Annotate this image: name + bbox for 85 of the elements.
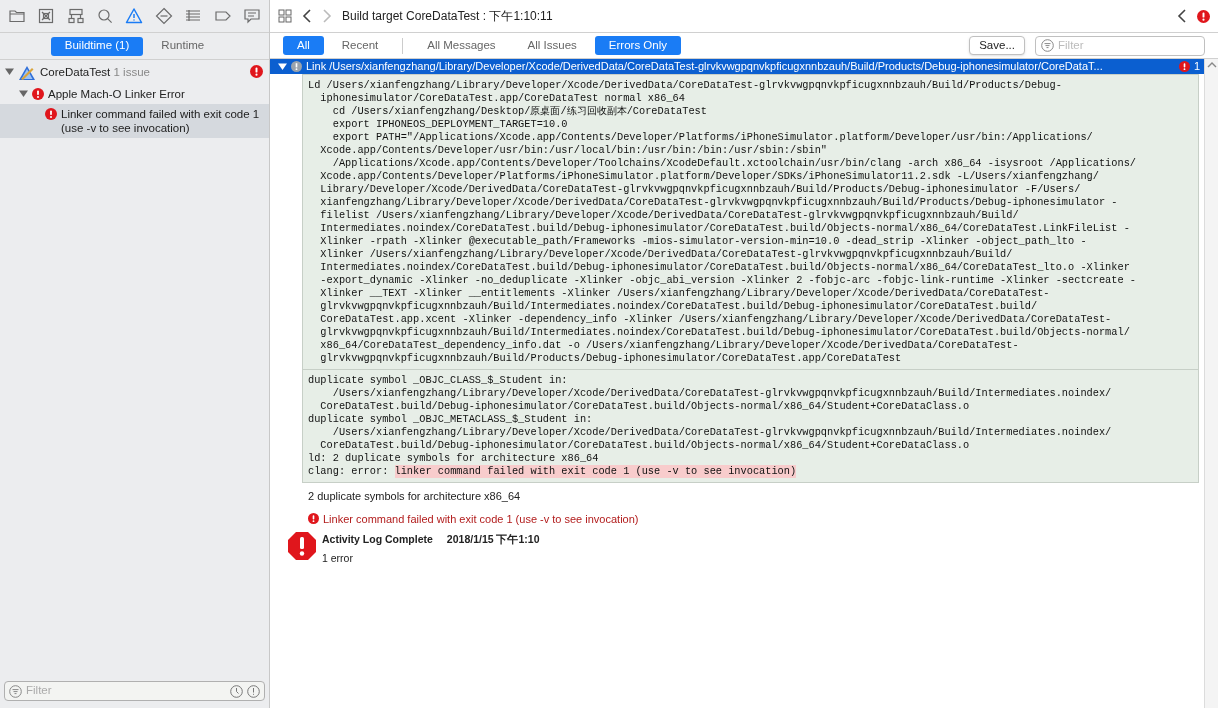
clock-icon[interactable] [230,684,243,698]
chat-bubble-icon[interactable] [243,7,262,25]
error-icon [308,513,319,525]
error-highlight: linker command failed with exit code 1 (use -v to see invocation) [394,465,797,478]
completion-result: 1 error [322,550,354,566]
scroll-up-icon[interactable] [1206,61,1217,69]
command-line: Intermediates.noindex/CoreDataTest.build/Debug-iphonesimulator/CoreDataTest.build/Objects-normal/x86_64/CoreDataTest.LinkFileList - [319,222,1130,235]
back-chevron-icon[interactable] [302,9,312,23]
error-message: Linker command failed with exit code 1 (use -v to see invocation) [323,511,639,527]
search-icon[interactable] [96,7,115,25]
output-line: duplicate symbol _OBJC_CLASS_$_Student in: [308,374,568,387]
error-icon [32,88,44,100]
output-line: CoreDataTest.build/Debug-iphonesimulator/CoreDataTest.build/Objects-normal/x86_64/Student+CoreDataClass.o [319,439,970,452]
issue-label: Linker command failed with exit code 1 (use -v to see invocation) [61,107,261,135]
command-line: Library/Developer/Xcode/DerivedData/CoreDataTest-glrvkvwgpqnvkpficugxnnbzauh/Build/Products/Debug-iphonesimulator -F/Users/ [319,183,1081,196]
filter-input[interactable]: Filter [26,682,226,700]
command-line: xianfengzhang/Library/Developer/Xcode/DerivedData/CoreDataTest-glrvkvwgpqnvkpficugxnnbzauh/Build/Products/Debug-iphonesimulator - [319,196,1118,209]
filter-tab[interactable]: Errors Only [594,36,681,55]
grid-icon[interactable] [278,9,292,23]
command-line: export PATH="/Applications/Xcode.app/Contents/Developer/Platforms/iPhoneSimulator.platform/Developer/usr/bin:/Applications/ [331,131,1093,144]
issue-row[interactable]: Linker command failed with exit code 1 (use -v to see invocation) [0,104,269,138]
diamond-icon[interactable] [154,7,173,25]
command-line: Xlinker __TEXT -Xlinker __entitlements -Xlinker /Users/xianfengzhang/Library/Developer/Xcode/DerivedData/CoreDataTest- [319,287,1050,300]
filter-tab[interactable]: All [283,36,324,55]
issue-row[interactable]: CoreDataTest 1 issue [0,62,269,84]
command-line: Ld /Users/xianfengzhang/Library/Developer/Xcode/DerivedData/CoreDataTest-glrvkvwgpqnvkpficugxnnbzauh/Build/Products/Debug- [308,79,1062,92]
command-line: Xcode.app/Contents/Developer/usr/bin:/usr/local/bin:/usr/bin:/bin:/usr/sbin:/sbin" [319,144,828,157]
command-line: x86_64/CoreDataTest_dependency_info.dat -o /Users/xianfengzhang/Library/Developer/Xcode/DerivedData/CoreDataTest- [319,339,1019,352]
filter-tab[interactable]: All Messages [413,36,510,55]
command-line: export IPHONEOS_DEPLOYMENT_TARGET=10.0 [331,118,568,131]
command-line: glrvkvwgpqnvkpficugxnnbzauh/Build/Intermediates.noindex/CoreDataTest.build/Debug-iphonesimulator/CoreDataTest.build/Objects-normal/ [319,326,1130,339]
error-icon [45,108,57,120]
issue-row[interactable]: Apple Mach-O Linker Error [0,84,269,104]
command-line: CoreDataTest.app.xcent -Xlinker -dependency_info -Xlinker /Users/xianfengzhang/Library/Developer/Xcode/DerivedData/CoreDataTest- [319,313,1112,326]
folder-icon[interactable] [7,7,26,25]
filter-icon [9,684,22,698]
disclosure-triangle-icon[interactable] [278,62,287,71]
completion-title: Activity Log Complete [322,532,433,547]
command-line: cd /Users/xianfengzhang/Desktop/原桌面/练习回收副本/CoreDataTest [331,105,707,118]
stop-error-icon [287,531,317,561]
disclosure-triangle-icon[interactable] [19,89,28,98]
command-line: -export_dynamic -Xlinker -no_deduplicate -Xlinker -objc_abi_version -Xlinker 2 -fobjc-arc -fobjc-link-runtime -Xlinker -sectcreate - [319,274,1136,287]
filter-tab[interactable]: Recent [327,36,393,55]
hierarchy-icon[interactable] [66,7,85,25]
build-title: Build target CoreDataTest : 下午1:10:11 [342,8,554,25]
square-x-icon[interactable] [37,7,56,25]
command-line: iphonesimulator/CoreDataTest.app/CoreDataTest normal x86_64 [319,92,685,105]
command-line: glrvkvwgpqnvkpficugxnnbzauh/Build/Intermediates.noindex/CoreDataTest.build/Debug-iphonesimulator/CoreDataTest.build/ [319,300,1038,313]
output-line: /Users/xianfengzhang/Library/Developer/Xcode/DerivedData/CoreDataTest-glrvkvwgpqnvkpficugxnnbzauh/Build/Intermediates.noindex/ [331,426,1112,439]
error-count: 1 [1193,59,1200,75]
filter-input[interactable]: Filter [1058,36,1199,55]
log-summary: 2 duplicate symbols for architecture x86_64 [308,489,522,504]
command-line: glrvkvwgpqnvkpficugxnnbzauh/Build/Products/Debug-iphonesimulator/CoreDataTest.app/CoreDataTest [319,352,902,365]
filter-tab[interactable]: Buildtime (1) [50,36,144,56]
previous-issue-chevron-icon[interactable] [1177,9,1187,23]
filter-field[interactable]: Filter [4,681,265,701]
disclosure-triangle-icon[interactable] [5,67,14,76]
log-entry-title: Link /Users/xianfengzhang/Library/Developer/Xcode/DerivedData/CoreDataTest-glrvkvwgpqnvkpficugxnnbzauh/Build/Products/Debug-iphonesimulator/CoreDataT... [306,59,1104,75]
filter-field[interactable]: Filter [1035,35,1205,56]
error-count-icon [1178,61,1190,72]
output-line: duplicate symbol _OBJC_METACLASS_$_Student in: [308,413,593,426]
output-line: /Users/xianfengzhang/Library/Developer/Xcode/DerivedData/CoreDataTest-glrvkvwgpqnvkpficugxnnbzauh/Build/Intermediates.noindex/ [331,387,1112,400]
command-line: Xlinker -rpath -Xlinker @executable_path/Frameworks -mios-simulator-version-min=10.0 -dead_strip -Xlinker -object_path_lto - [319,235,1087,248]
alert-icon [291,61,302,72]
command-line: Xlinker /Users/xianfengzhang/Library/Developer/Xcode/DerivedData/CoreDataTest-glrvkvwgpqnvkpficugxnnbzauh/Build/ [319,248,1013,261]
save-button[interactable]: Save... [969,36,1025,55]
command-line: /Applications/Xcode.app/Contents/Developer/Toolchains/XcodeDefault.xctoolchain/usr/bin/clang -arch x86_64 -isysroot /Applications/ [331,157,1136,170]
issue-label: Apple Mach-O Linker Error [48,87,186,101]
warning-circle-icon[interactable] [247,684,260,698]
command-line: filelist /Users/xianfengzhang/Library/Developer/Xcode/DerivedData/CoreDataTest-glrvkvwgpqnvkpficugxnnbzauh/Build/ [319,209,1019,222]
error-badge-icon [250,65,263,78]
issue-error-icon [1197,9,1210,23]
log-entry-header[interactable]: Link /Users/xianfengzhang/Library/Developer/Xcode/DerivedData/CoreDataTest-glrvkvwgpqnvkpficugxnnbzauh/Build/Products/Debug-iphonesimulator/CoreDataT... 1 [270,59,1204,74]
output-line: ld: 2 duplicate symbols for architecture x86_64 [308,452,599,465]
filter-icon [1041,39,1054,52]
filter-tab[interactable]: All Issues [513,36,591,55]
error-prefix: clang: error: [308,465,390,478]
filter-tab[interactable]: Runtime [147,36,219,56]
command-line: Intermediates.noindex/CoreDataTest.build/Debug-iphonesimulator/CoreDataTest.build/Objects-normal/x86_64/CoreDataTest_lto.o -Xlinker [319,261,1130,274]
completion-time: 2018/1/15 下午1:10 [446,532,540,547]
command-line: Xcode.app/Contents/Developer/Platforms/iPhoneSimulator.platform/Developer/SDKs/iPhoneSimulator11.2.sdk -L/Users/xianfengzhang/ [319,170,1099,183]
warning-icon[interactable] [125,7,144,25]
output-line: CoreDataTest.build/Debug-iphonesimulator/CoreDataTest.build/Objects-normal/x86_64/Student+CoreDataClass.o [319,400,970,413]
issue-label: CoreDataTest 1 issue [40,65,151,79]
hammer-app-icon [18,65,36,81]
